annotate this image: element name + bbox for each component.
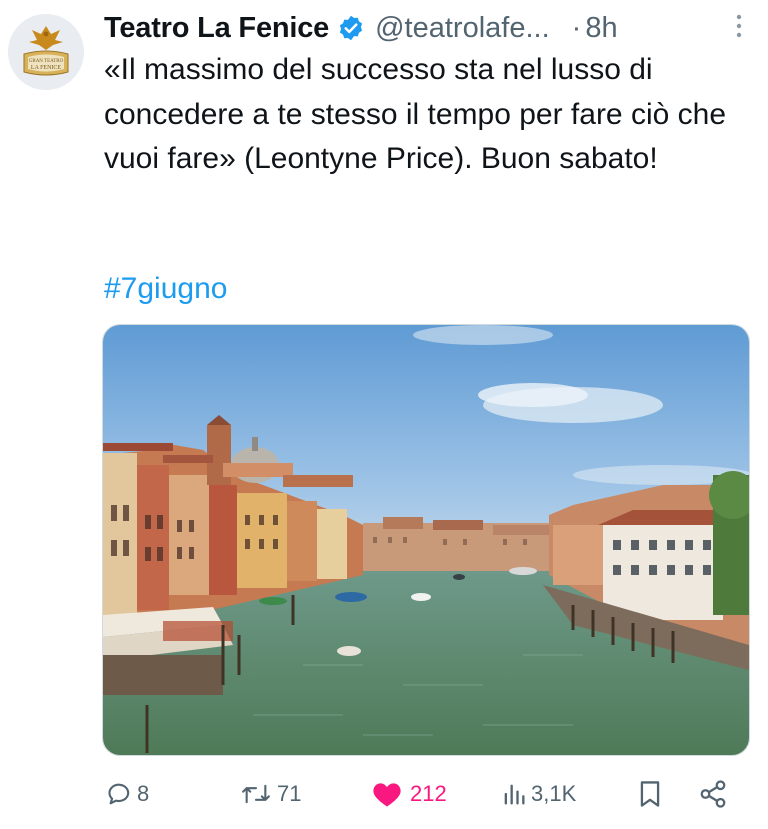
tweet-header: Teatro La Fenice @teatrolafe... · 8h (104, 8, 758, 48)
repost-button[interactable]: 71 (238, 772, 301, 816)
author-avatar[interactable]: GRAN TEATRO LA FENICE (8, 14, 84, 90)
time-separator: · (571, 11, 582, 44)
bookmark-button[interactable] (636, 772, 664, 816)
svg-text:LA FENICE: LA FENICE (31, 65, 62, 71)
more-options-icon[interactable] (736, 14, 742, 38)
author-handle[interactable]: @teatrolafe... (375, 12, 550, 45)
share-icon (698, 779, 728, 809)
like-button[interactable]: 212 (372, 772, 447, 816)
tweet-action-bar: 8 71 212 3,1K (100, 772, 740, 816)
venice-canal-image (103, 325, 749, 755)
like-count: 212 (410, 781, 447, 806)
views-icon (500, 780, 528, 808)
heart-icon (372, 780, 402, 808)
timestamp[interactable]: 8h (585, 12, 617, 45)
hashtag-link[interactable]: #7giugno (104, 272, 227, 306)
tweet-text: «Il massimo del successo sta nel lusso d… (104, 53, 727, 175)
view-count: 3,1K (531, 781, 577, 806)
fenice-logo-icon: GRAN TEATRO LA FENICE (8, 14, 84, 90)
share-button[interactable] (698, 772, 728, 816)
tweet-photo[interactable] (102, 324, 750, 756)
bookmark-icon (636, 779, 664, 809)
repost-icon (238, 780, 274, 808)
verified-badge-icon (337, 14, 365, 42)
reply-button[interactable]: 8 (106, 772, 149, 816)
views-button[interactable]: 3,1K (500, 772, 576, 816)
author-name[interactable]: Teatro La Fenice (104, 12, 329, 45)
svg-text:GRAN TEATRO: GRAN TEATRO (29, 59, 64, 64)
repost-count: 71 (277, 781, 302, 806)
reply-count: 8 (137, 781, 150, 806)
reply-icon (106, 780, 134, 808)
